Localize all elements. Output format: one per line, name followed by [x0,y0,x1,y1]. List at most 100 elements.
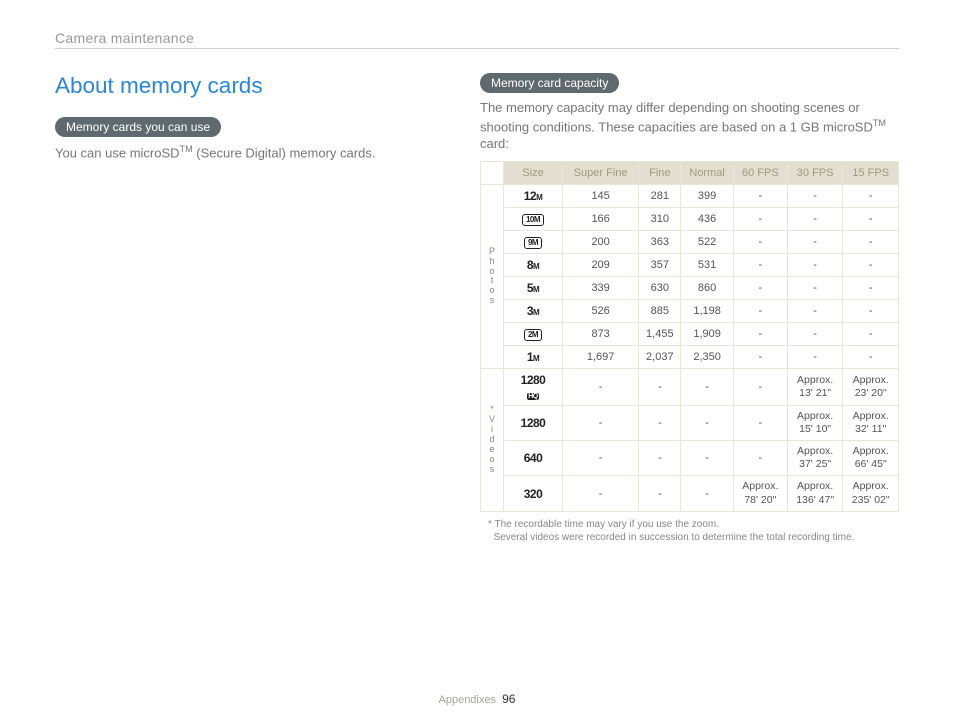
size-badge-icon: 2M [524,329,542,341]
size-cell: 5M [504,276,563,299]
right-column: Memory card capacity The memory capacity… [480,73,899,545]
size-label: 1280 [521,373,546,387]
page-footer: Appendixes 96 [0,692,954,706]
table-cell: - [733,299,787,322]
table-cell: - [563,441,639,476]
table-cell: Approx.136' 47" [787,476,843,511]
size-cell: 10M [504,207,563,230]
size-label: 5M [527,281,539,295]
size-label: 12M [524,189,543,203]
table-cell: - [843,184,899,207]
table-cell: - [681,476,733,511]
table-cell: - [787,299,843,322]
table-cell: 200 [563,230,639,253]
size-label: 1M [527,350,539,364]
footer-section: Appendixes [439,694,497,706]
table-cell: - [843,345,899,368]
breadcrumb: Camera maintenance [55,30,899,46]
table-cell: - [733,441,787,476]
trademark-sup: TM [873,118,886,128]
col-header-size: Size [504,161,563,184]
col-header-60fps: 60 FPS [733,161,787,184]
size-label: 320 [524,487,543,501]
table-row: 9M200363522--- [481,230,899,253]
footnote: * The recordable time may vary if you us… [488,518,899,545]
table-cell: - [733,368,787,405]
left-column: About memory cards Memory cards you can … [55,73,415,545]
table-cell: - [787,207,843,230]
table-cell: 339 [563,276,639,299]
header-rule [55,48,899,49]
size-cell: 640 [504,441,563,476]
table-cell: Approx.32' 11" [843,405,899,440]
table-cell: - [787,322,843,345]
text: You can use microSD [55,145,180,160]
table-cell: 630 [639,276,681,299]
table-row: 320---Approx.78' 20"Approx.136' 47"Appro… [481,476,899,511]
table-cell: - [733,405,787,440]
table-cell: 145 [563,184,639,207]
table-cell: Approx.13' 21" [787,368,843,405]
table-cell: 166 [563,207,639,230]
section-title: About memory cards [55,73,415,99]
category-videos: *Videos [481,368,504,511]
size-badge-icon: 9M [524,237,542,249]
table-cell: 2,037 [639,345,681,368]
table-row: 3M5268851,198--- [481,299,899,322]
size-cell: 320 [504,476,563,511]
table-cell: - [733,253,787,276]
table-cell: - [843,207,899,230]
two-column-layout: About memory cards Memory cards you can … [55,73,899,545]
text: (Secure Digital) memory cards. [193,145,376,160]
table-cell: 310 [639,207,681,230]
table-head: Size Super Fine Fine Normal 60 FPS 30 FP… [481,161,899,184]
page: Camera maintenance About memory cards Me… [0,0,954,720]
page-number: 96 [502,692,515,706]
text: The memory capacity may differ depending… [480,100,873,134]
table-cell: - [681,405,733,440]
table-cell: Approx.66' 45" [843,441,899,476]
table-cell: - [843,253,899,276]
table-cell: 1,697 [563,345,639,368]
table-cell: - [733,184,787,207]
table-cell: Approx.15' 10" [787,405,843,440]
table-cell: 436 [681,207,733,230]
col-header-15fps: 15 FPS [843,161,899,184]
table-cell: - [733,230,787,253]
size-cell: 1280HQ [504,368,563,405]
table-cell: - [733,345,787,368]
size-cell: 9M [504,230,563,253]
table-cell: 522 [681,230,733,253]
subsection-pill-left: Memory cards you can use [55,117,221,137]
size-cell: 8M [504,253,563,276]
col-header-fine: Fine [639,161,681,184]
size-cell: 1M [504,345,563,368]
size-badge-icon: 10M [522,214,544,226]
subsection-pill-right: Memory card capacity [480,73,619,93]
table-cell: - [733,276,787,299]
category-photos: Photos [481,184,504,368]
table-cell: - [843,230,899,253]
table-cell: 1,198 [681,299,733,322]
table-cell: - [843,299,899,322]
table-cell: - [639,405,681,440]
right-body-text: The memory capacity may differ depending… [480,99,899,153]
col-header-blank [481,161,504,184]
size-label: 640 [524,451,543,465]
table-cell: 2,350 [681,345,733,368]
table-cell: 209 [563,253,639,276]
table-header-row: Size Super Fine Fine Normal 60 FPS 30 FP… [481,161,899,184]
table-cell: 281 [639,184,681,207]
table-cell: 1,909 [681,322,733,345]
size-label: 8M [527,258,539,272]
table-cell: Approx.23' 20" [843,368,899,405]
table-cell: - [787,276,843,299]
footnote-line-2: Several videos were recorded in successi… [494,532,855,543]
table-cell: - [681,441,733,476]
table-cell: 1,455 [639,322,681,345]
table-cell: - [787,230,843,253]
table-cell: Approx.235' 02" [843,476,899,511]
table-cell: Approx.37' 25" [787,441,843,476]
col-header-30fps: 30 FPS [787,161,843,184]
table-cell: - [563,476,639,511]
